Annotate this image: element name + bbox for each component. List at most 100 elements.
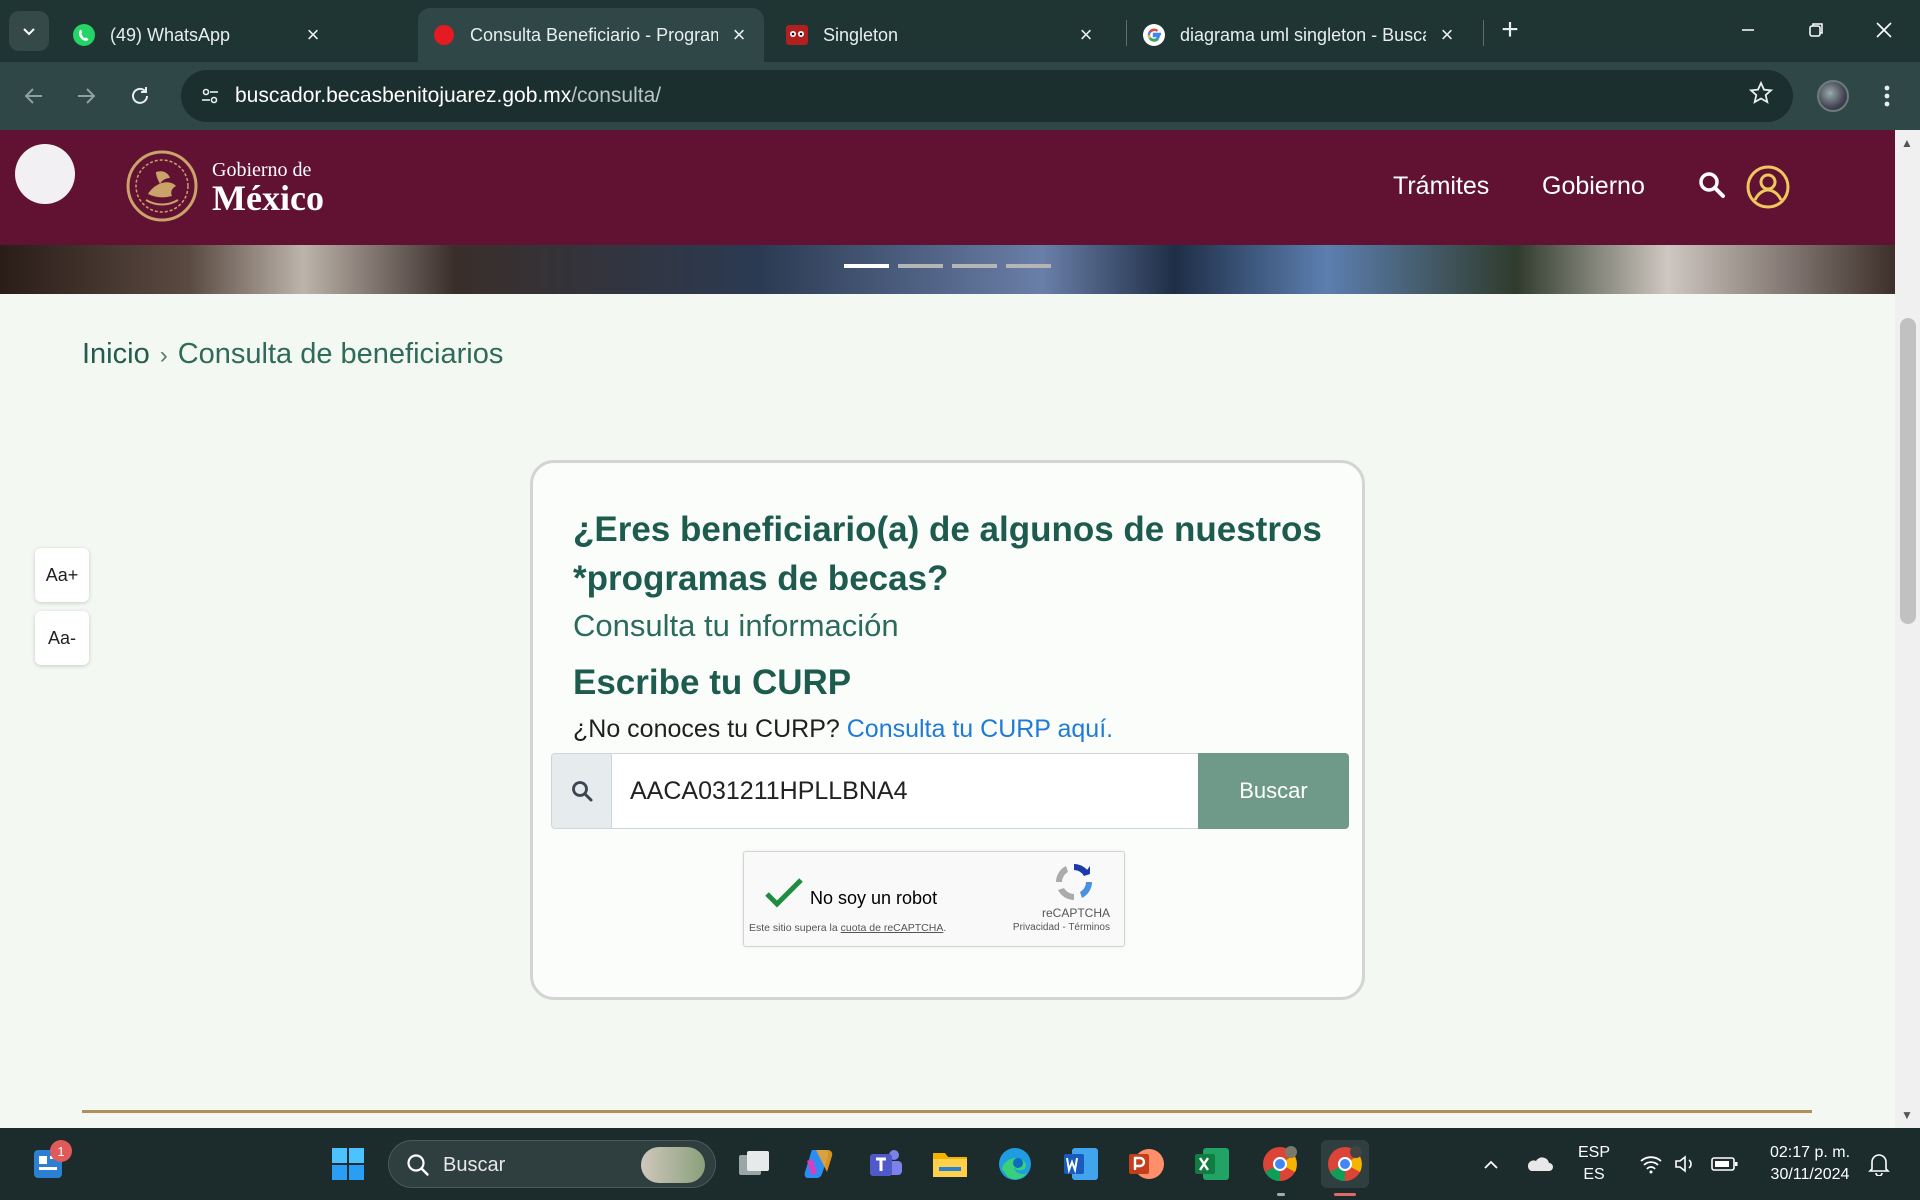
onedrive-icon[interactable] [1522,1128,1556,1200]
red-dot-icon [432,23,456,47]
consulta-curp-link[interactable]: Consulta tu CURP aquí. [847,715,1113,743]
menu-circle-button[interactable] [15,144,75,204]
edge-icon[interactable] [991,1140,1039,1188]
clock[interactable]: 02:17 p. m. 30/11/2024 [1750,1128,1870,1200]
profile-avatar[interactable] [1817,80,1849,112]
close-window-button[interactable] [1862,10,1906,50]
bookmark-star-icon[interactable] [1748,80,1774,112]
whatsapp-icon [72,23,96,47]
font-increase-button[interactable]: Aa+ [35,548,89,602]
forward-button[interactable] [66,76,106,116]
task-view-icon[interactable] [730,1140,778,1188]
close-tab-icon[interactable]: × [1436,22,1458,48]
recaptcha-label[interactable]: No soy un robot [810,888,937,909]
minimize-button[interactable] [1726,10,1770,50]
chevron-down-icon [23,28,35,36]
gobierno-logo[interactable]: Gobierno de México [212,160,324,216]
close-tab-icon[interactable]: × [728,22,750,48]
search-highlight-image [641,1147,705,1183]
word-icon[interactable] [1057,1140,1105,1188]
curp-hint: ¿No conoces tu CURP? Consulta tu CURP aq… [573,715,1113,744]
close-icon [1876,22,1892,38]
clock-date: 30/11/2024 [1770,1166,1850,1183]
taskbar-search[interactable]: Buscar [388,1140,716,1188]
hint-text: ¿No conoces tu CURP? [573,715,840,743]
user-account-icon[interactable] [1745,164,1791,210]
recaptcha-brand: reCAPTCHA [1041,906,1110,920]
copilot-icon[interactable] [796,1140,844,1188]
carousel-indicator[interactable] [898,264,943,268]
tab-strip: (49) WhatsApp × Consulta Beneficiario - … [0,0,1920,62]
note-prefix: Este sitio supera la [749,922,841,934]
font-decrease-button[interactable]: Aa- [35,611,89,665]
buscar-button[interactable]: Buscar [1198,753,1349,829]
close-tab-icon[interactable]: × [302,22,324,48]
teams-icon[interactable] [861,1140,909,1188]
quota-link[interactable]: cuota de reCAPTCHA [841,922,944,934]
file-explorer-icon[interactable] [926,1140,974,1188]
arrow-right-icon [78,88,96,104]
new-tab-button[interactable]: + [1492,12,1528,48]
card-question: ¿Eres beneficiario(a) de algunos de nues… [573,510,1322,598]
minimize-icon [1742,29,1754,31]
back-button[interactable] [14,76,54,116]
chrome-profile-1-icon[interactable] [1256,1140,1304,1188]
reload-button[interactable] [120,76,160,116]
nav-gobierno[interactable]: Gobierno [1542,172,1645,201]
volume-icon[interactable] [1670,1128,1700,1200]
battery-icon[interactable] [1708,1128,1742,1200]
site-settings-icon[interactable] [195,81,225,111]
carousel-indicator[interactable] [952,264,997,268]
url-text[interactable]: buscador.becasbenitojuarez.gob.mx/consul… [235,84,661,108]
tab-consulta-beneficiario[interactable]: Consulta Beneficiario - Program × [418,8,764,62]
running-indicator-active [1334,1193,1356,1196]
nav-tramites[interactable]: Trámites [1393,172,1489,201]
recaptcha-links[interactable]: Privacidad - Términos [1013,922,1110,933]
curp-input[interactable] [611,753,1199,829]
search-icon [407,1154,429,1176]
scroll-thumb[interactable] [1900,318,1916,624]
hero-banner-image [0,245,1895,294]
search-icon[interactable] [1697,170,1727,200]
checkmark-icon[interactable] [764,876,804,910]
tab-google-search[interactable]: diagrama uml singleton - Busca × [1128,8,1472,62]
taskbar: Buscar [0,1128,1920,1200]
taskbar-search-label: Buscar [443,1154,506,1176]
browser-menu-button[interactable] [1872,78,1902,114]
language-indicator[interactable]: ESP ES [1572,1128,1616,1200]
running-indicator [1277,1193,1285,1196]
chrome-profile-2-icon[interactable] [1321,1140,1369,1188]
restore-button[interactable] [1794,10,1838,50]
google-icon [1142,23,1166,47]
excel-icon[interactable] [1188,1140,1236,1188]
notifications-bell-icon[interactable] [1864,1128,1894,1200]
url-path: /consulta/ [571,84,662,107]
address-bar[interactable]: buscador.becasbenitojuarez.gob.mx/consul… [181,70,1793,122]
gov-header: Gobierno de México Trámites Gobierno [0,130,1895,245]
footer-divider [82,1110,1812,1113]
tab-search-button[interactable] [9,11,49,51]
tab-singleton[interactable]: Singleton × [771,8,1111,62]
curp-title: Escribe tu CURP [573,663,852,702]
reload-icon [132,87,148,104]
page-scrollbar[interactable]: ▲ ▼ [1895,130,1920,1128]
clock-time: 02:17 p. m. [1769,1144,1851,1161]
windows-start-icon[interactable] [324,1140,372,1188]
close-tab-icon[interactable]: × [1075,22,1097,48]
wifi-icon[interactable] [1636,1128,1666,1200]
breadcrumb: Inicio › Consulta de beneficiarios [82,338,503,371]
mexico-seal-icon [126,150,198,222]
show-hidden-icons-button[interactable] [1476,1128,1506,1200]
breadcrumb-home[interactable]: Inicio [82,338,150,370]
arrow-left-icon [24,88,42,104]
scroll-down-arrow-icon[interactable]: ▼ [1901,1108,1913,1122]
carousel-indicator[interactable] [1006,264,1051,268]
breadcrumb-separator: › [159,342,168,369]
carousel-indicator[interactable] [844,264,889,268]
more-vertical-icon [1884,85,1890,107]
tab-whatsapp[interactable]: (49) WhatsApp × [58,8,338,62]
powerpoint-icon[interactable] [1122,1140,1170,1188]
search-icon [551,753,612,829]
scroll-up-arrow-icon[interactable]: ▲ [1901,136,1913,150]
lang-bottom: ES [1583,1166,1605,1183]
